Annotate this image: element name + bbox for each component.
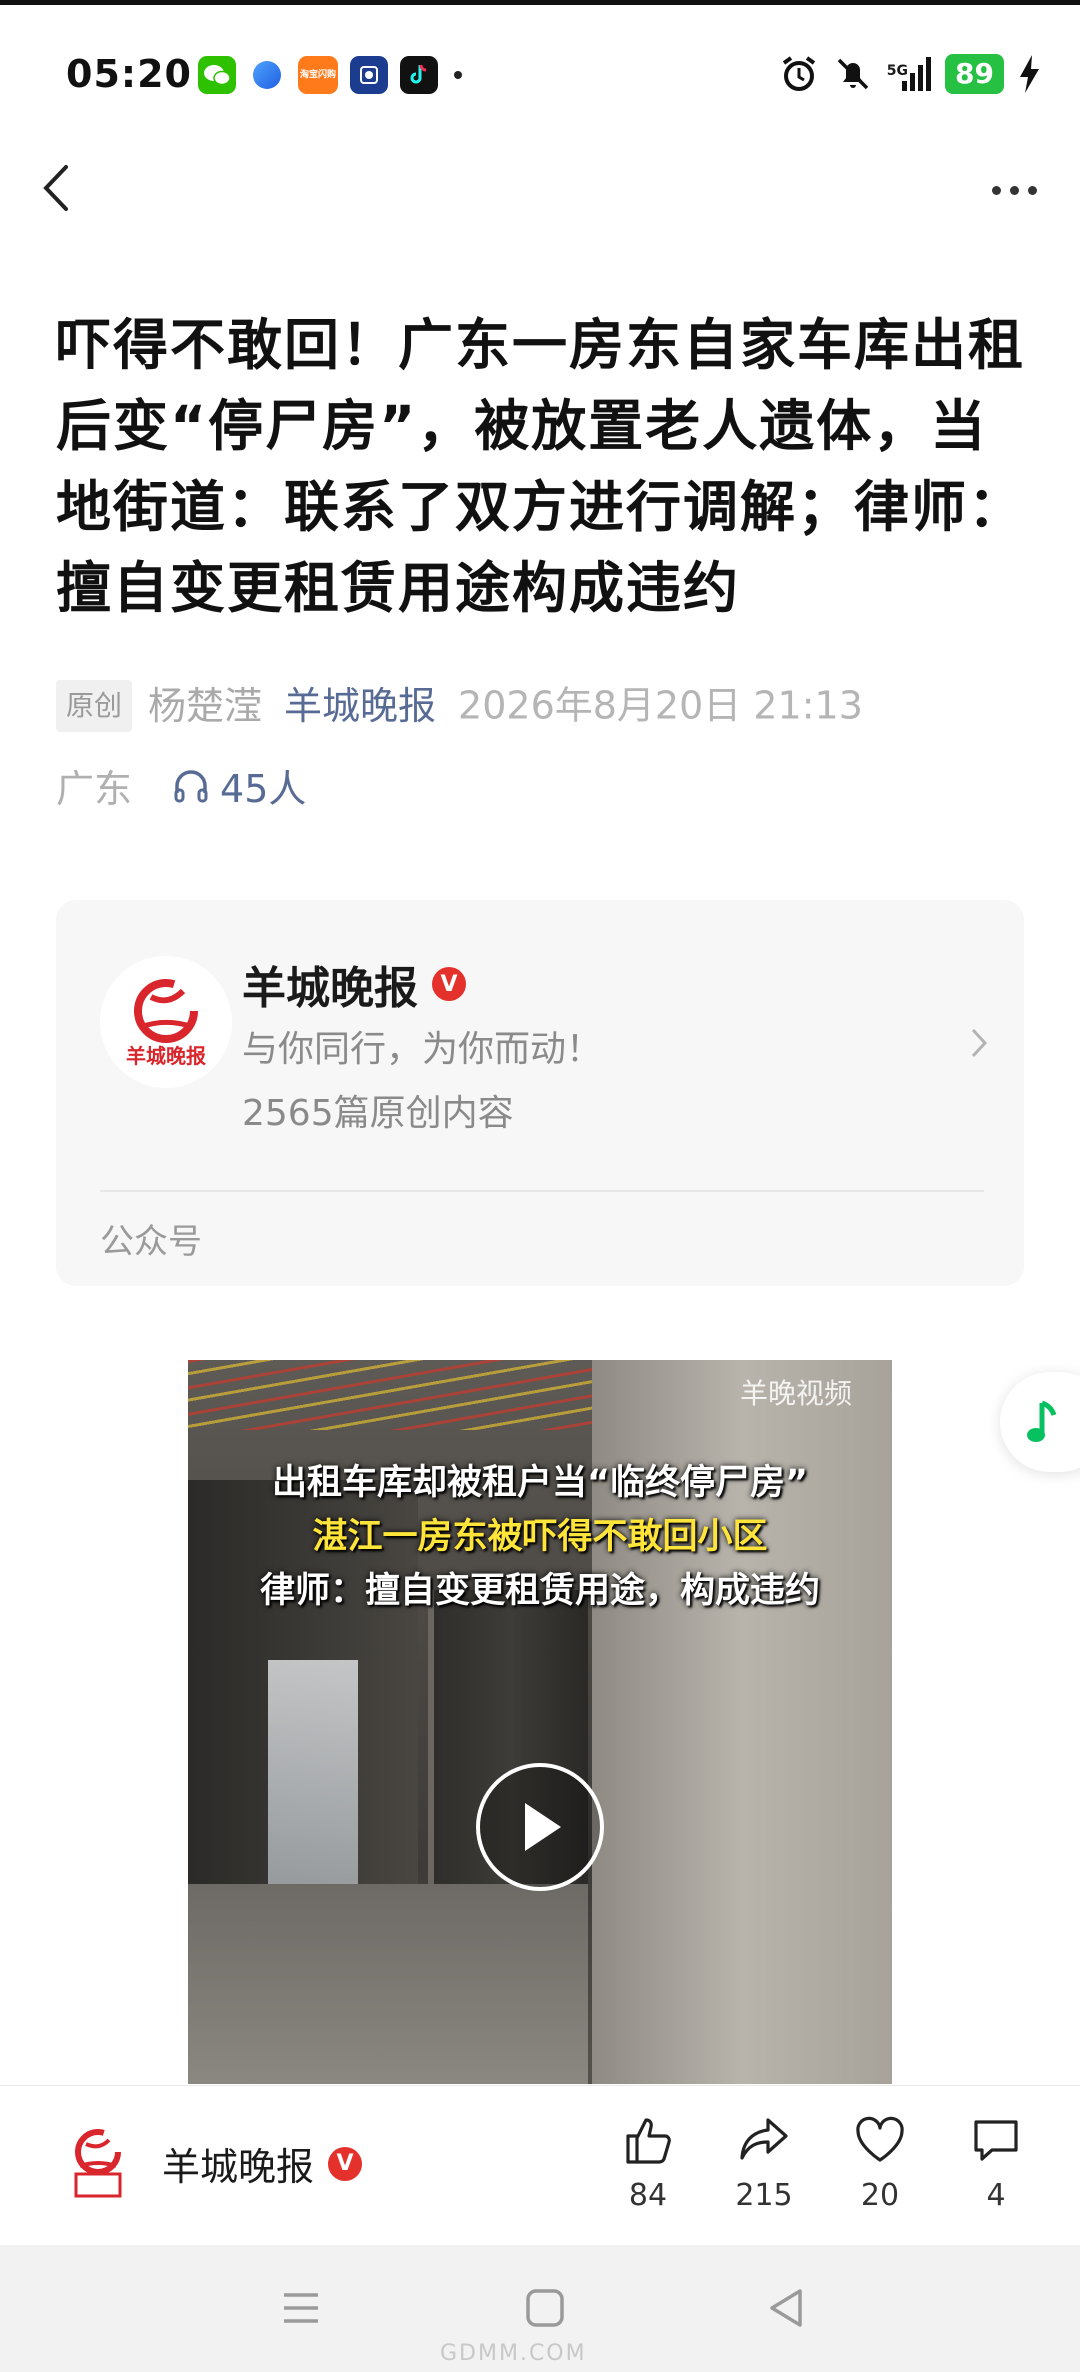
chevron-right-icon [964,1018,994,1068]
browser-icon [248,56,286,94]
location: 广东 [56,767,133,811]
bottom-action-bar: 羊城晚报 V 84 215 20 4 [0,2085,1080,2245]
comment-count: 4 [986,2178,1006,2213]
charging-icon [1020,55,1039,93]
comment-icon [974,2120,1018,2161]
account-type: 公众号 [100,1222,202,1262]
play-button[interactable] [476,1763,604,1891]
play-icon [525,1803,561,1851]
action-buttons: 84 215 20 4 [590,2112,1054,2213]
source-link[interactable]: 羊城晚报 [284,684,436,728]
mute-bell-icon [837,58,869,90]
like-button[interactable]: 84 [590,2112,706,2213]
bottom-verified-badge-icon: V [328,2146,363,2181]
system-back-button[interactable] [762,2283,812,2333]
home-square-icon [526,2289,564,2327]
battery-indicator: 89 [945,54,1004,94]
like-count: 84 [628,2178,668,2213]
wechat-icon [198,56,236,94]
account-name-row: 羊城晚报 V [242,952,466,1016]
account-card[interactable]: 羊城晚报 羊城晚报 V 与你同行，为你而动！ 2565篇原创内容 公众号 [56,900,1024,1286]
listener-count: 45人 [220,767,307,811]
notification-icons: 淘宝闪购 [198,56,462,94]
back-triangle-icon [770,2289,802,2327]
bank-icon [350,56,388,94]
home-button[interactable] [520,2283,570,2333]
divider [100,1190,984,1192]
account-slogan: 与你同行，为你而动！ [242,1029,603,1070]
system-navigation-bar: GDMM.COM [0,2245,1080,2372]
video-watermark: 羊晚视频 [739,1377,852,1410]
verified-badge-icon: V [432,967,466,1001]
tiktok-icon [400,56,438,94]
headphones-icon [174,769,208,802]
article-title: 吓得不敢回！广东一房东自家车库出租后变“停尸房”，被放置老人遗体，当地街道：联系… [56,313,1026,620]
account-name: 羊城晚报 [242,963,418,1014]
more-options-button[interactable] [982,168,1046,212]
comment-button[interactable]: 4 [938,2112,1054,2213]
alarm-icon [782,56,815,91]
menu-icon [284,2293,318,2323]
bottom-account-name-row[interactable]: 羊城晚报 V [162,2136,363,2191]
video-player[interactable]: 羊晚视频 出租车库却被租户当“临终停尸房” 湛江一房东被吓得不敢回小区 律师：擅… [188,1360,892,2084]
account-logo: 羊城晚报 [100,956,232,1088]
status-indicators: 5G 89 [779,54,1040,94]
share-arrow-icon [740,2118,788,2160]
video-caption-3: 律师：擅自变更租赁用途，构成违约 [259,1571,820,1611]
bottom-account-logo[interactable] [58,2122,138,2202]
top-edge [0,0,1080,5]
heart-icon [856,2116,904,2162]
publish-date: 2026年8月20日 21:13 [458,683,863,728]
music-float-button[interactable] [1000,1372,1080,1472]
recent-apps-button[interactable] [276,2283,326,2333]
listen-button[interactable]: 45人 [172,758,306,813]
article-meta-line2: 广东 45人 [56,758,306,813]
favorite-count: 20 [860,2178,900,2213]
video-caption-1: 出租车库却被租户当“临终停尸房” [271,1463,808,1503]
back-button[interactable] [34,160,78,216]
taobao-flash-icon: 淘宝闪购 [298,56,338,94]
music-note-icon [1027,1400,1057,1442]
favorite-button[interactable]: 20 [822,2112,938,2213]
more-notifications-dot [454,71,462,79]
status-time: 05:20 [66,52,192,96]
share-button[interactable]: 215 [706,2112,822,2213]
chevron-left-icon [43,165,68,211]
original-content-count: 2565篇原创内容 [242,1093,514,1134]
share-count: 215 [735,2178,793,2213]
thumbs-up-icon [626,2118,671,2164]
video-scene-floor [188,1884,588,2084]
original-badge: 原创 [56,679,133,732]
video-caption-2: 湛江一房东被吓得不敢回小区 [312,1517,768,1557]
more-dots-icon [991,185,1001,195]
bottom-account-name: 羊城晚报 [162,2145,315,2189]
author-name: 杨楚滢 [148,683,263,728]
site-watermark: GDMM.COM [440,2341,587,2366]
logo-text: 羊城晚报 [126,1044,206,1068]
status-bar: 05:20 淘宝闪购 5G 89 [0,0,1080,150]
article-meta: 原创 杨楚滢 羊城晚报 2026年8月20日 21:13 [56,676,1036,733]
network-type: 5G [886,63,909,79]
